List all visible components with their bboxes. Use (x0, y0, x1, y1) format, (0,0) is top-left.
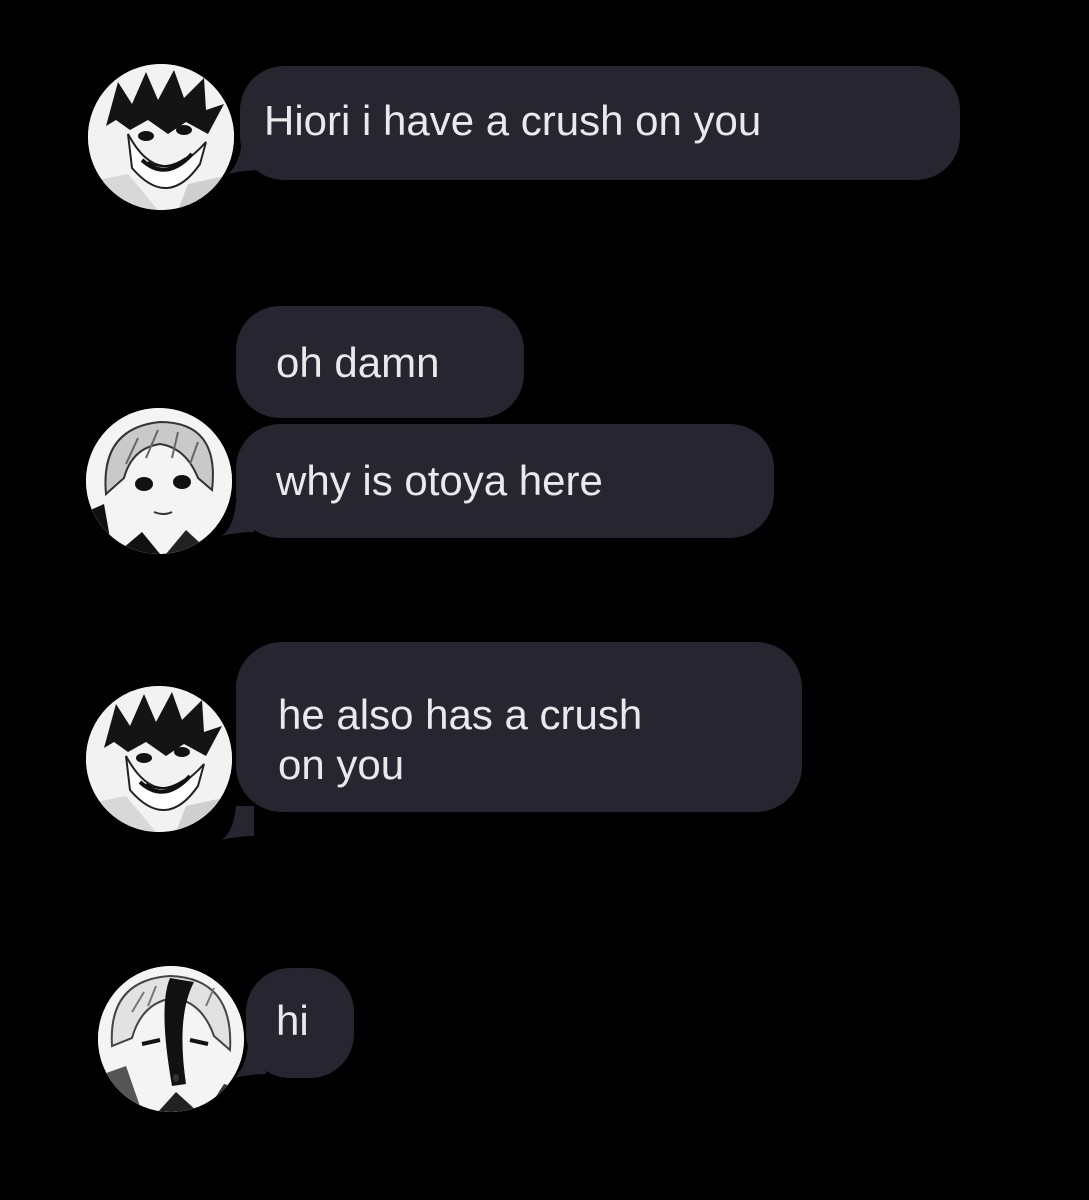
light-bob-hair-avatar-icon[interactable] (86, 408, 232, 554)
message-text: he also has a crush (278, 691, 643, 738)
spiky-dark-hair-grinning-avatar-icon[interactable] (86, 686, 232, 832)
chat-thread: Hiori i have a crush on you oh damn why … (0, 0, 1089, 1200)
message-text: hi (276, 997, 309, 1044)
message-bubble[interactable]: Hiori i have a crush on you (240, 66, 960, 180)
bubble-tail (220, 806, 254, 840)
message-bubble[interactable]: hi (246, 968, 354, 1078)
message-text: on you (278, 741, 405, 788)
message-text: Hiori i have a crush on you (264, 97, 762, 144)
two-tone-hair-avatar-icon[interactable] (98, 966, 244, 1112)
message-text: oh damn (276, 339, 440, 386)
message-text: why is otoya here (276, 457, 603, 504)
message-bubble[interactable]: he also has a crush on you (236, 642, 802, 812)
message-bubble[interactable]: oh damn (236, 306, 524, 418)
message-bubble[interactable]: why is otoya here (236, 424, 774, 538)
spiky-dark-hair-grinning-avatar-icon[interactable] (88, 64, 234, 210)
